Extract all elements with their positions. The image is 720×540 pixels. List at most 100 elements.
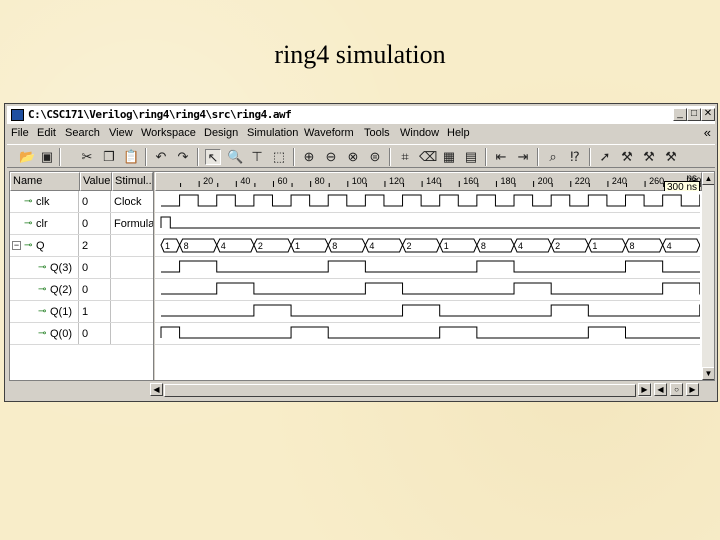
signal-row-q3[interactable]: ⊸ Q(3) 0	[10, 257, 153, 279]
scroll-down-button[interactable]: ▼	[702, 367, 714, 380]
signal-value: 0	[82, 262, 89, 274]
menu-window[interactable]: Window	[400, 127, 439, 139]
copy-icon[interactable]: ❐	[101, 149, 117, 165]
scroll-page-right-button[interactable]: ▶	[686, 383, 699, 396]
column-value-header[interactable]: Value	[80, 172, 112, 191]
signal-value: 2	[82, 240, 89, 252]
q-bus-value-label: 2	[555, 241, 560, 251]
q-bus-value-label: 8	[184, 241, 189, 251]
ruler-tick-label: 180	[500, 176, 515, 186]
q-bus-value-label: 1	[295, 241, 300, 251]
column-stimulator-header[interactable]: Stimul...	[112, 172, 153, 191]
menu-file[interactable]: File	[11, 127, 29, 139]
maximize-button[interactable]: □	[687, 108, 701, 121]
q-bus-value-label: 4	[667, 241, 672, 251]
signal-value: 0	[82, 284, 89, 296]
signal-row-clk[interactable]: ⊸ clk 0 Clock	[10, 191, 153, 213]
signal-name: Q(2)	[50, 284, 72, 296]
menu-help[interactable]: Help	[447, 127, 470, 139]
redo-icon[interactable]: ↷	[175, 149, 191, 165]
window-title: C:\CSC171\Verilog\ring4\ring4\src\ring4.…	[28, 108, 292, 121]
move-cursor-icon[interactable]: ⊤	[249, 149, 265, 165]
toolbar: 📂 ▣ ✂ ❐ 📋 ↶ ↷ ↖ 🔍 ⊤ ⬚ ⊕ ⊖ ⊗ ⊜ ⌗ ⌫ ▦ ▤ ⇤ …	[7, 144, 715, 168]
signal-row-clr[interactable]: ⊸ clr 0 Formula	[10, 213, 155, 235]
menu-bar: File Edit Search View Workspace Design S…	[7, 125, 715, 142]
column-name-header[interactable]: Name	[10, 172, 80, 191]
scroll-thumb[interactable]	[164, 384, 636, 397]
q-bus-value-label: 2	[407, 241, 412, 251]
menu-simulation[interactable]: Simulation	[247, 127, 298, 139]
input-pin-icon: ⊸	[24, 218, 33, 229]
bus-pin-icon: ⊸	[24, 240, 33, 251]
menu-view[interactable]: View	[109, 127, 133, 139]
simulator-window: C:\CSC171\Verilog\ring4\ring4\src\ring4.…	[4, 103, 718, 402]
vertical-scrollbar[interactable]: ▲ ▼	[702, 172, 714, 380]
horizontal-scrollbar[interactable]: ◀ ▶ ◀ ○ ▶	[150, 383, 715, 397]
open-folder-icon[interactable]: 📂	[19, 149, 35, 165]
zoom-fit-icon[interactable]: ⊗	[345, 149, 361, 165]
restart-icon[interactable]: ⚒	[663, 149, 679, 165]
bus-edit-icon[interactable]: ▤	[463, 149, 479, 165]
ruler-tick-label: 220	[575, 176, 590, 186]
signal-row-q2[interactable]: ⊸ Q(2) 0	[10, 279, 153, 301]
q0-waveform	[160, 326, 710, 339]
signal-stimulator: Clock	[114, 196, 142, 208]
signal-value: 1	[82, 306, 89, 318]
output-pin-icon: ⊸	[38, 328, 47, 339]
collapse-toggle[interactable]: −	[12, 241, 21, 250]
q-bus-value-label: 1	[165, 241, 170, 251]
close-button[interactable]: ✕	[701, 108, 715, 121]
bookmark-icon[interactable]: ⁉	[567, 149, 583, 165]
run-icon[interactable]: ➚	[597, 149, 613, 165]
add-signal-icon[interactable]: ⌗	[397, 149, 413, 165]
menu-search[interactable]: Search	[65, 127, 100, 139]
q2-waveform	[161, 282, 710, 295]
undo-icon[interactable]: ↶	[153, 149, 169, 165]
zoom-out-icon[interactable]: ⊖	[323, 149, 339, 165]
scroll-left-button[interactable]: ◀	[150, 383, 163, 396]
zoom-range-icon[interactable]: ⊜	[367, 149, 383, 165]
output-pin-icon: ⊸	[38, 262, 47, 273]
signal-properties-icon[interactable]: ▦	[441, 149, 457, 165]
zoom-in-icon[interactable]: ⊕	[301, 149, 317, 165]
signal-row-q1[interactable]: ⊸ Q(1) 1	[10, 301, 153, 323]
delete-signal-icon[interactable]: ⌫	[419, 149, 437, 165]
q-bus-value-label: 8	[481, 241, 486, 251]
select-pointer-icon[interactable]: ↖	[205, 149, 221, 165]
menu-waveform[interactable]: Waveform	[304, 127, 354, 139]
q-bus-value-label: 4	[369, 241, 374, 251]
menu-workspace[interactable]: Workspace	[141, 127, 196, 139]
cut-icon[interactable]: ✂	[79, 149, 95, 165]
q-bus-value-label: 2	[258, 241, 263, 251]
menu-tools[interactable]: Tools	[364, 127, 390, 139]
select-area-icon[interactable]: ⬚	[271, 149, 287, 165]
find-icon[interactable]: ⌕	[545, 149, 561, 165]
signal-name: Q	[36, 240, 45, 252]
zoom-icon[interactable]: 🔍	[227, 149, 243, 165]
signal-row-q[interactable]: − ⊸ Q 2	[10, 235, 153, 257]
minimize-button[interactable]: _	[673, 108, 687, 121]
stop-icon[interactable]: ⚒	[641, 149, 657, 165]
scroll-page-left-button[interactable]: ◀	[654, 383, 667, 396]
menu-design[interactable]: Design	[204, 127, 238, 139]
output-pin-icon: ⊸	[38, 284, 47, 295]
menu-overflow-icon[interactable]: «	[704, 125, 711, 140]
q-bus-segment	[160, 238, 181, 253]
scroll-up-button[interactable]: ▲	[702, 172, 714, 185]
signal-stimulator: Formula	[114, 218, 155, 230]
menu-edit[interactable]: Edit	[37, 127, 56, 139]
ruler-tick-label: 240	[612, 176, 627, 186]
edge-next-icon[interactable]: ⇥	[515, 149, 531, 165]
q1-waveform	[161, 304, 710, 317]
scroll-center-button[interactable]: ○	[670, 383, 683, 396]
step-icon[interactable]: ⚒	[619, 149, 635, 165]
save-icon[interactable]: ▣	[39, 149, 55, 165]
signal-row-q0[interactable]: ⊸ Q(0) 0	[10, 323, 153, 345]
time-ruler[interactable]: 20406080100120140160180200220240260280 n…	[155, 172, 702, 191]
paste-icon[interactable]: 📋	[123, 149, 139, 165]
ruler-tick-label: 200	[538, 176, 553, 186]
edge-prev-icon[interactable]: ⇤	[493, 149, 509, 165]
scroll-right-button[interactable]: ▶	[638, 383, 651, 396]
ruler-tick-label: 120	[389, 176, 404, 186]
waveform-area[interactable]: 1842184218421842	[155, 191, 710, 380]
